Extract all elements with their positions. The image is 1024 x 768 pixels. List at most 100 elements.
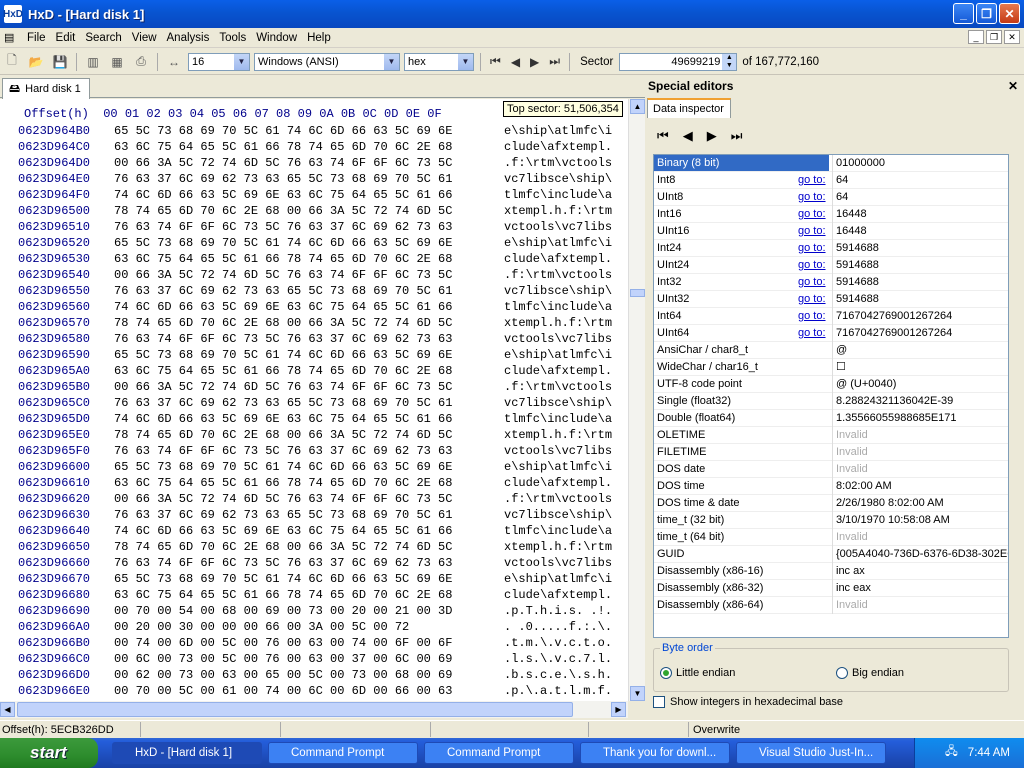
task-command-prompt-2[interactable]: Command Prompt <box>424 742 574 764</box>
row-bytes[interactable]: 00 74 00 6D 00 5C 00 76 00 63 00 74 00 6… <box>114 635 452 651</box>
inspector-row[interactable]: UInt16 go to: 16448 <box>654 223 1008 240</box>
tab-data-inspector[interactable]: Data inspector <box>647 98 731 118</box>
inspector-value[interactable]: {005A4040-736D-6376-6D38-302E6 <box>836 546 1008 562</box>
menu-help[interactable]: Help <box>302 32 336 44</box>
row-bytes[interactable]: 76 63 74 6F 6F 6C 73 5C 76 63 37 6C 69 6… <box>114 555 452 571</box>
open-folder-icon[interactable]: 📂 <box>26 52 46 72</box>
scroll-down-icon[interactable]: ▼ <box>630 686 645 701</box>
row-bytes[interactable]: 63 6C 75 64 65 5C 61 66 78 74 65 6D 70 6… <box>114 251 452 267</box>
row-bytes[interactable]: 63 6C 75 64 65 5C 61 66 78 74 65 6D 70 6… <box>114 475 452 491</box>
row-ascii[interactable]: clude\afxtempl. <box>504 475 612 491</box>
last-byte-icon[interactable]: ⏭ <box>731 128 743 144</box>
save-icon[interactable]: 💾 <box>50 52 70 72</box>
row-bytes[interactable]: 00 20 00 30 00 00 00 66 00 3A 00 5C 00 7… <box>114 619 409 635</box>
row-bytes[interactable]: 78 74 65 6D 70 6C 2E 68 00 66 3A 5C 72 7… <box>114 203 452 219</box>
menu-analysis[interactable]: Analysis <box>162 32 215 44</box>
row-bytes[interactable]: 76 63 37 6C 69 62 73 63 65 5C 73 68 69 7… <box>114 395 452 411</box>
row-bytes[interactable]: 76 63 37 6C 69 62 73 63 65 5C 73 68 69 7… <box>114 171 452 187</box>
menu-tools[interactable]: Tools <box>214 32 251 44</box>
row-ascii[interactable]: clude\afxtempl. <box>504 363 612 379</box>
inspector-value[interactable]: inc eax <box>836 580 1008 596</box>
row-ascii[interactable]: vc7libsce\ship\ <box>504 171 612 187</box>
inspector-value[interactable]: 5914688 <box>836 274 1008 290</box>
inspector-row[interactable]: UInt8 go to: 64 <box>654 189 1008 206</box>
goto-link[interactable]: go to: <box>798 291 826 307</box>
goto-link[interactable]: go to: <box>798 223 826 239</box>
inspector-value[interactable]: 5914688 <box>836 257 1008 273</box>
menu-view[interactable]: View <box>127 32 162 44</box>
row-bytes[interactable]: 74 6C 6D 66 63 5C 69 6E 63 6C 75 64 65 5… <box>114 187 452 203</box>
row-bytes[interactable]: 00 62 00 73 00 63 00 65 00 5C 00 73 00 6… <box>114 667 452 683</box>
start-button[interactable]: start <box>0 738 98 768</box>
open-ram-icon[interactable]: ▦ <box>107 52 127 72</box>
row-bytes[interactable]: 00 70 00 5C 00 61 00 74 00 6C 00 6D 00 6… <box>114 683 452 699</box>
network-icon[interactable]: 🖧 <box>945 744 958 763</box>
base-select[interactable]: hex ▼ <box>404 52 474 71</box>
row-ascii[interactable]: e\ship\atlmfc\i <box>504 571 612 587</box>
inspector-value[interactable]: 3/10/1970 10:58:08 AM <box>836 512 1008 528</box>
horizontal-scroll-thumb[interactable] <box>17 702 573 717</box>
row-ascii[interactable]: tlmfc\include\a <box>504 187 612 203</box>
inspector-row[interactable]: Int16 go to: 16448 <box>654 206 1008 223</box>
row-ascii[interactable]: .f:\rtm\vctools <box>504 267 612 283</box>
inspector-row[interactable]: UInt64 go to: 7167042769001267264 <box>654 325 1008 342</box>
inspector-value[interactable]: 8.28824321136042E-39 <box>836 393 1008 409</box>
row-ascii[interactable]: vctools\vc7libs <box>504 331 612 347</box>
row-bytes[interactable]: 65 5C 73 68 69 70 5C 61 74 6C 6D 66 63 5… <box>114 235 452 251</box>
inspector-row[interactable]: DOS date Invalid <box>654 461 1008 478</box>
row-bytes[interactable]: 74 6C 6D 66 63 5C 69 6E 63 6C 75 64 65 5… <box>114 411 452 427</box>
row-ascii[interactable]: tlmfc\include\a <box>504 299 612 315</box>
hex-editor[interactable]: Offset(h) 00 01 02 03 04 05 06 07 08 09 … <box>0 99 628 701</box>
document-icon[interactable]: ▤ <box>4 31 22 44</box>
task-thank-you[interactable]: Thank you for downl... <box>580 742 730 764</box>
menu-window[interactable]: Window <box>251 32 302 44</box>
maximize-button[interactable]: ❐ <box>976 3 997 24</box>
row-bytes[interactable]: 63 6C 75 64 65 5C 61 66 78 74 65 6D 70 6… <box>114 587 452 603</box>
minimize-button[interactable]: _ <box>953 3 974 24</box>
sector-input[interactable]: 49699219 ▲ ▼ <box>619 52 738 71</box>
inspector-value[interactable]: Invalid <box>836 444 1008 460</box>
row-bytes[interactable]: 78 74 65 6D 70 6C 2E 68 00 66 3A 5C 72 7… <box>114 315 452 331</box>
row-bytes[interactable]: 00 66 3A 5C 72 74 6D 5C 76 63 74 6F 6F 6… <box>114 491 452 507</box>
goto-link[interactable]: go to: <box>798 206 826 222</box>
vertical-scroll-thumb[interactable] <box>630 289 645 297</box>
row-bytes[interactable]: 74 6C 6D 66 63 5C 69 6E 63 6C 75 64 65 5… <box>114 299 452 315</box>
hxd-app-icon[interactable]: HxD <box>3 5 23 23</box>
row-ascii[interactable]: vctools\vc7libs <box>504 219 612 235</box>
row-ascii[interactable]: vc7libsce\ship\ <box>504 283 612 299</box>
big-endian-radio[interactable]: Big endian <box>836 667 904 679</box>
inspector-row[interactable]: time_t (64 bit) Invalid <box>654 529 1008 546</box>
row-ascii[interactable]: vctools\vc7libs <box>504 555 612 571</box>
inspector-value[interactable]: 2/26/1980 8:02:00 AM <box>836 495 1008 511</box>
first-sector-icon[interactable]: ⏮ <box>490 54 501 69</box>
inspector-row[interactable]: UInt32 go to: 5914688 <box>654 291 1008 308</box>
bytes-per-row-select[interactable]: 16 ▼ <box>188 52 250 71</box>
scroll-left-icon[interactable]: ◀ <box>0 702 15 717</box>
inspector-value[interactable]: 5914688 <box>836 291 1008 307</box>
row-ascii[interactable]: clude\afxtempl. <box>504 251 612 267</box>
row-bytes[interactable]: 65 5C 73 68 69 70 5C 61 74 6C 6D 66 63 5… <box>114 459 452 475</box>
row-bytes[interactable]: 76 63 37 6C 69 62 73 63 65 5C 73 68 69 7… <box>114 507 452 523</box>
row-bytes[interactable]: 00 66 3A 5C 72 74 6D 5C 76 63 74 6F 6F 6… <box>114 155 452 171</box>
horizontal-scrollbar[interactable]: ◀ ▶ <box>0 701 628 718</box>
inspector-row[interactable]: WideChar / char16_t ☐ <box>654 359 1008 376</box>
inspector-value[interactable]: 01000000 <box>836 155 1008 171</box>
inspector-value[interactable]: Invalid <box>836 427 1008 443</box>
row-bytes[interactable]: 78 74 65 6D 70 6C 2E 68 00 66 3A 5C 72 7… <box>114 427 452 443</box>
inspector-value[interactable]: 64 <box>836 172 1008 188</box>
previous-sector-icon[interactable]: ◀ <box>511 55 520 69</box>
vertical-scrollbar[interactable]: ▲ ▼ <box>628 99 645 701</box>
inspector-value[interactable]: ☐ <box>836 359 1008 375</box>
charset-select[interactable]: Windows (ANSI) ▼ <box>254 52 400 71</box>
inspector-value[interactable]: 7167042769001267264 <box>836 308 1008 324</box>
row-bytes[interactable]: 65 5C 73 68 69 70 5C 61 74 6C 6D 66 63 5… <box>114 347 452 363</box>
goto-link[interactable]: go to: <box>798 308 826 324</box>
goto-link[interactable]: go to: <box>798 257 826 273</box>
close-button[interactable]: ✕ <box>999 3 1020 24</box>
close-icon[interactable]: ✕ <box>1008 79 1018 93</box>
goto-link[interactable]: go to: <box>798 240 826 256</box>
inspector-value[interactable]: Invalid <box>836 529 1008 545</box>
inspector-row[interactable]: Int64 go to: 7167042769001267264 <box>654 308 1008 325</box>
next-sector-icon[interactable]: ▶ <box>530 55 539 69</box>
row-ascii[interactable]: xtempl.h.f:\rtm <box>504 427 612 443</box>
